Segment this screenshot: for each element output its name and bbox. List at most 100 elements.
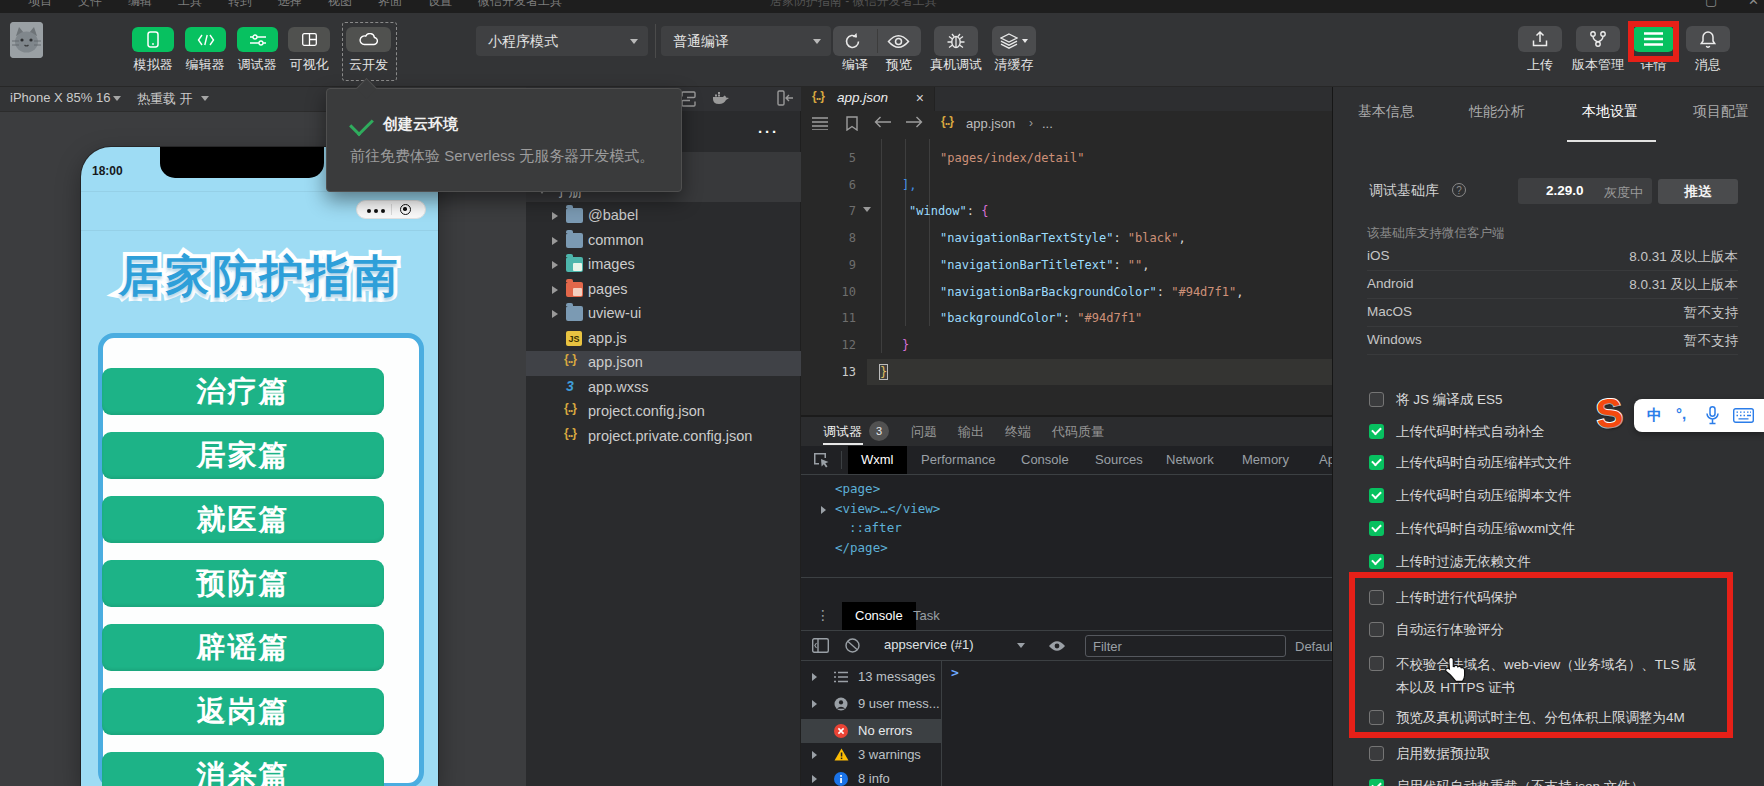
compile-button[interactable] bbox=[843, 32, 862, 51]
checkbox-checked-icon[interactable] bbox=[1369, 554, 1384, 569]
ime-symbol-button[interactable]: °, bbox=[1676, 405, 1686, 422]
sogou-logo[interactable]: S bbox=[1594, 390, 1625, 438]
preview-button[interactable] bbox=[887, 34, 910, 49]
debugger-toggle-button[interactable] bbox=[237, 27, 278, 52]
tab-local-settings[interactable]: 本地设置 bbox=[1582, 103, 1638, 121]
remote-debug-button[interactable] bbox=[934, 26, 978, 56]
file-tree-row[interactable]: JSapp.js bbox=[526, 327, 801, 352]
devtools-tab-appdata[interactable]: AppData bbox=[1319, 452, 1332, 467]
outline-icon[interactable] bbox=[812, 116, 828, 130]
console-tab-task[interactable]: Task bbox=[913, 608, 940, 623]
tab-project-config[interactable]: 项目配置 bbox=[1693, 103, 1749, 121]
console-prompt[interactable]: > bbox=[951, 665, 959, 680]
twisty-icon[interactable] bbox=[821, 506, 826, 514]
miniapp-button[interactable]: 治疗篇 bbox=[102, 368, 384, 415]
console-filter-errors[interactable]: No errors bbox=[801, 719, 941, 743]
bookmark-icon[interactable] bbox=[846, 116, 858, 131]
version-control-button[interactable] bbox=[1576, 26, 1620, 52]
filter-input[interactable]: Filter bbox=[1085, 635, 1286, 657]
visualization-toggle-button[interactable] bbox=[288, 27, 330, 52]
capsule-menu[interactable] bbox=[356, 200, 426, 219]
context-select[interactable]: appservice (#1) bbox=[884, 637, 974, 652]
console-filter-user[interactable]: 9 user mess... bbox=[801, 692, 941, 716]
file-tree-row[interactable]: images bbox=[526, 253, 801, 278]
messages-button[interactable] bbox=[1686, 26, 1730, 52]
mic-icon[interactable] bbox=[1706, 406, 1719, 425]
base-lib-version-select[interactable]: 2.29.0 灰度中 bbox=[1518, 178, 1652, 204]
menu-item[interactable]: 视图 bbox=[328, 0, 352, 10]
element-pseudo[interactable]: ::after bbox=[849, 518, 902, 538]
file-tree-row[interactable]: {..}project.config.json bbox=[526, 400, 801, 425]
eye-icon[interactable] bbox=[1048, 640, 1066, 652]
keyboard-icon[interactable] bbox=[1733, 408, 1754, 423]
hot-reload-select[interactable]: 热重载 开 bbox=[137, 90, 193, 108]
git-icon[interactable] bbox=[681, 91, 696, 107]
console-filter-info[interactable]: 8 info bbox=[801, 767, 941, 786]
element-node[interactable]: <page> bbox=[835, 479, 880, 499]
tab-terminal[interactable]: 终端 bbox=[1005, 423, 1031, 441]
devtools-tab-network[interactable]: Network bbox=[1166, 452, 1214, 467]
forward-icon[interactable] bbox=[906, 116, 923, 128]
avatar[interactable] bbox=[10, 22, 43, 58]
device-select[interactable]: iPhone X 85% 16 bbox=[10, 90, 110, 105]
menu-item[interactable]: 编辑 bbox=[128, 0, 152, 10]
file-tree-row[interactable]: common bbox=[526, 229, 801, 254]
back-icon[interactable] bbox=[874, 116, 891, 128]
tab-debugger[interactable]: 调试器 bbox=[823, 423, 862, 441]
checkbox-checked-icon[interactable] bbox=[1369, 424, 1384, 439]
ime-lang-toggle[interactable]: 中 bbox=[1647, 406, 1662, 425]
tab-problems[interactable]: 问题 bbox=[911, 423, 937, 441]
tab-performance[interactable]: 性能分析 bbox=[1469, 103, 1525, 121]
editor-tab-appjson[interactable]: {..} app.json × bbox=[801, 86, 935, 111]
checkbox-checked-icon[interactable] bbox=[1369, 779, 1384, 786]
menu-item[interactable]: 文件 bbox=[78, 0, 102, 10]
tab-output[interactable]: 输出 bbox=[958, 423, 984, 441]
close-icon[interactable]: ✕ bbox=[1748, 0, 1759, 8]
collapse-sidebar-icon[interactable] bbox=[777, 90, 794, 106]
checkbox-checked-icon[interactable] bbox=[1369, 455, 1384, 470]
more-icon[interactable]: ··· bbox=[758, 123, 779, 140]
fold-icon[interactable] bbox=[863, 207, 871, 212]
checkbox-checked-icon[interactable] bbox=[1369, 488, 1384, 503]
miniapp-button[interactable]: 就医篇 bbox=[102, 496, 384, 543]
maximize-icon[interactable]: ▢ bbox=[1705, 0, 1717, 8]
devtools-tab-wxml[interactable]: Wxml bbox=[848, 446, 907, 474]
simulator-toggle-button[interactable] bbox=[132, 27, 174, 52]
tab-code-quality[interactable]: 代码质量 bbox=[1052, 423, 1104, 441]
code-area[interactable]: 5 "pages/index/detail" 6 ], 7 "window": … bbox=[801, 139, 1332, 415]
file-tree-row[interactable]: {..}project.private.config.json bbox=[526, 425, 801, 450]
cloud-dev-toggle-button[interactable] bbox=[346, 27, 391, 52]
console-filter-warnings[interactable]: 3 warnings bbox=[801, 743, 941, 767]
levels-select[interactable]: Default levels bbox=[1295, 639, 1332, 654]
editor-toggle-button[interactable] bbox=[185, 27, 226, 52]
breadcrumb-file[interactable]: app.json bbox=[966, 116, 1015, 131]
miniapp-button[interactable]: 返岗篇 bbox=[102, 688, 384, 735]
miniapp-button[interactable]: 消杀篇 bbox=[102, 752, 384, 786]
element-node[interactable]: </page> bbox=[835, 538, 888, 558]
tab-basic-info[interactable]: 基本信息 bbox=[1358, 103, 1414, 121]
breadcrumb-more[interactable]: ... bbox=[1042, 116, 1053, 131]
console-filter-messages[interactable]: 13 messages bbox=[801, 665, 941, 689]
devtools-tab-performance[interactable]: Performance bbox=[921, 452, 995, 467]
element-node[interactable]: <view>…</view> bbox=[835, 499, 940, 519]
file-tree-row[interactable]: uview-ui bbox=[526, 302, 801, 327]
push-button[interactable]: 推送 bbox=[1658, 179, 1738, 204]
kebab-icon[interactable]: ⋮ bbox=[816, 607, 830, 623]
upload-button[interactable] bbox=[1518, 26, 1562, 52]
checkbox-checked-icon[interactable] bbox=[1369, 521, 1384, 536]
checkbox-unchecked-icon[interactable] bbox=[1369, 392, 1384, 407]
menu-item[interactable]: 设置 bbox=[428, 0, 452, 10]
sidebar-toggle-icon[interactable] bbox=[812, 638, 829, 653]
menu-item[interactable]: 转到 bbox=[228, 0, 252, 10]
devtools-tab-console[interactable]: Console bbox=[1021, 452, 1069, 467]
file-tree-row[interactable]: 3app.wxss bbox=[526, 376, 801, 401]
menu-item[interactable]: 工具 bbox=[178, 0, 202, 10]
close-icon[interactable]: × bbox=[916, 90, 924, 106]
miniapp-button[interactable]: 辟谣篇 bbox=[102, 624, 384, 671]
docker-whale-icon[interactable] bbox=[712, 92, 730, 105]
mode-select[interactable]: 小程序模式 bbox=[476, 26, 648, 56]
miniapp-button[interactable]: 居家篇 bbox=[102, 432, 384, 479]
file-tree-row[interactable]: pages bbox=[526, 278, 801, 303]
inspect-icon[interactable] bbox=[813, 452, 830, 468]
menu-item[interactable]: 项目 bbox=[28, 0, 52, 10]
